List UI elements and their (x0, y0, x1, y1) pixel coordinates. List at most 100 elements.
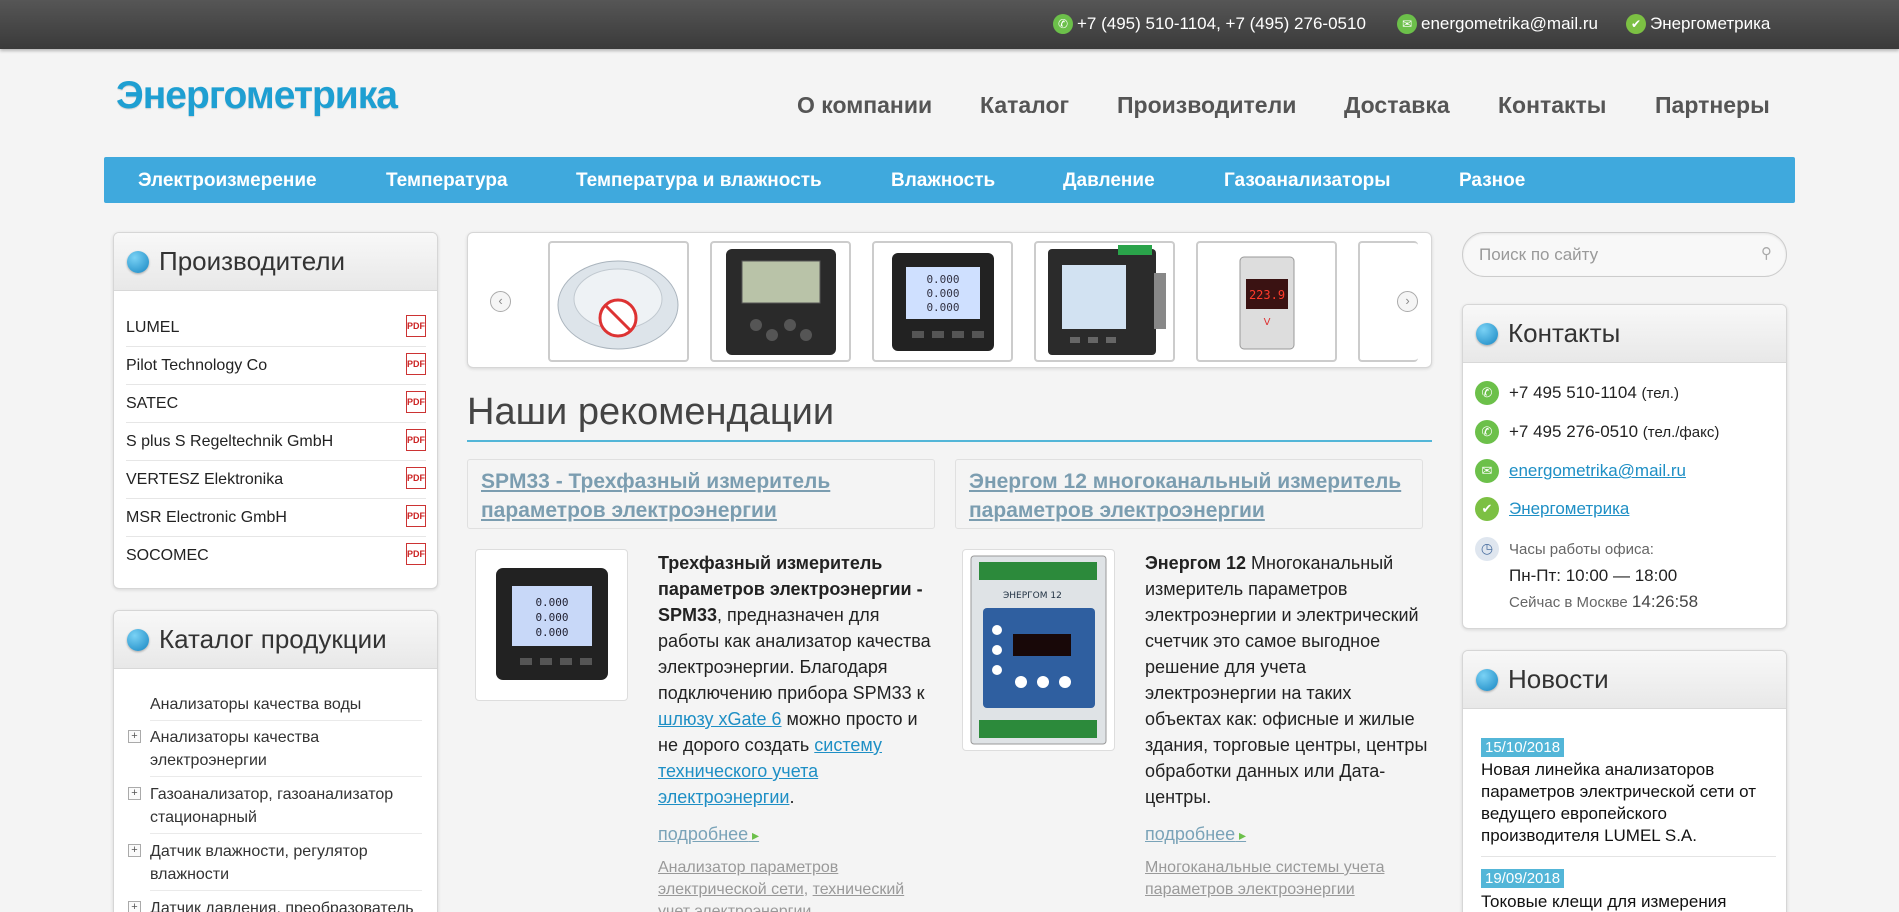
pdf-icon[interactable]: PDF (406, 467, 426, 489)
pdf-icon[interactable]: PDF (406, 543, 426, 565)
expand-icon[interactable]: + (128, 730, 141, 743)
nav-partners[interactable]: Партнеры (1655, 92, 1770, 119)
manufacturer-label: Pilot Technology Co (126, 357, 268, 374)
search-input[interactable]: Поиск по сайту ⚲ (1462, 232, 1787, 277)
lcd-value: 0.000 (535, 611, 568, 624)
slider-thumb-controller[interactable] (710, 241, 851, 362)
slider-thumb-din-voltmeter[interactable]: 223.9 V (1196, 241, 1337, 362)
pdf-icon[interactable]: PDF (406, 505, 426, 527)
top-email[interactable]: ✉ energometrika@mail.ru (1397, 14, 1598, 34)
lcd-value: 0.000 (926, 273, 959, 286)
manufacturer-label: S plus S Regeltechnik GmbH (126, 433, 334, 450)
top-bar: ✆ +7 (495) 510-1104, +7 (495) 276-0510 ✉… (0, 0, 1899, 49)
manufacturer-label: LUMEL (126, 319, 180, 336)
manufacturer-item[interactable]: LUMEL PDF (126, 309, 426, 347)
product-image[interactable]: 0.000 0.000 0.000 (475, 549, 628, 701)
more-link[interactable]: подробнее (1145, 824, 1246, 845)
top-social[interactable]: ✔ Энергометрика (1626, 14, 1770, 34)
contacts-box: Контакты ✆ +7 495 510-1104 (тел.) ✆ +7 495… (1462, 304, 1787, 629)
manufacturer-item[interactable]: SOCOMEC PDF (126, 537, 426, 575)
pdf-icon[interactable]: PDF (406, 391, 426, 413)
slider-thumb-smoke-detector[interactable] (548, 241, 689, 362)
phone-icon: ✆ (1053, 14, 1073, 34)
contact-social[interactable]: ✔ Энергометрика (1475, 497, 1629, 521)
search-icon[interactable]: ⚲ (1761, 244, 1772, 262)
catalog-item[interactable]: + Датчик давления, преобразователь (128, 897, 422, 912)
top-phones[interactable]: ✆ +7 (495) 510-1104, +7 (495) 276-0510 (1053, 14, 1366, 34)
catalog-item-label: Анализаторы качества воды (150, 696, 362, 713)
contact-phone-2[interactable]: ✆ +7 495 276-0510 (тел./факс) (1475, 420, 1719, 444)
product-description: Трехфазный измеритель параметров электро… (658, 550, 938, 810)
lcd-value: 0.000 (535, 626, 568, 639)
cat-misc[interactable]: Разное (1459, 170, 1525, 192)
nav-delivery[interactable]: Доставка (1344, 92, 1450, 119)
nav-contacts[interactable]: Контакты (1498, 92, 1606, 119)
social-link[interactable]: Энергометрика (1509, 499, 1629, 519)
catalog-item[interactable]: + Анализаторы качества электроэнергии (128, 726, 422, 777)
nav-catalog[interactable]: Каталог (980, 92, 1069, 119)
manufacturer-label: MSR Electronic GmbH (126, 509, 287, 526)
product-card-title: SPM33 - Трехфазный измеритель параметров… (467, 459, 935, 529)
email-link[interactable]: energometrika@mail.ru (1509, 461, 1686, 481)
recommendations-title: Наши рекомендации (467, 391, 835, 433)
contact-email[interactable]: ✉ energometrika@mail.ru (1475, 459, 1686, 483)
manufacturer-item[interactable]: VERTESZ Elektronika PDF (126, 461, 426, 499)
manufacturer-item[interactable]: SATEC PDF (126, 385, 426, 423)
product-description: Энергом 12 Многоканальный измеритель пар… (1145, 550, 1430, 810)
desc-text: Многоканальный измеритель параметров эле… (1145, 553, 1428, 807)
chevron-left-icon[interactable]: ‹ (490, 291, 511, 312)
cat-humidity[interactable]: Влажность (891, 170, 995, 192)
product-image[interactable]: ЭНЕРГОМ 12 (962, 549, 1115, 751)
manufacturer-item[interactable]: S plus S Regeltechnik GmbH PDF (126, 423, 426, 461)
expand-icon[interactable]: + (128, 787, 141, 800)
pdf-icon[interactable]: PDF (406, 315, 426, 337)
bullet-icon (127, 628, 149, 651)
meter-reading: 223.9 (1249, 288, 1285, 302)
pdf-icon[interactable]: PDF (406, 353, 426, 375)
product-title-link[interactable]: Энергом 12 многоканальный измеритель пар… (969, 470, 1401, 522)
cat-temp-humidity[interactable]: Температура и влажность (576, 170, 822, 192)
contacts-title: Контакты (1508, 318, 1621, 348)
controller-image (726, 249, 836, 355)
news-box: Новости 15/10/2018 Новая линейка анализа… (1462, 650, 1787, 912)
pdf-icon[interactable]: PDF (406, 429, 426, 451)
top-social-text: Энергометрика (1650, 14, 1771, 33)
search-placeholder: Поиск по сайту (1479, 245, 1599, 264)
slider-thumb-meter-2[interactable] (1034, 241, 1175, 362)
news-item-text[interactable]: Новая линейка анализаторов параметров эл… (1481, 759, 1781, 847)
product-card-title: Энергом 12 многоканальный измеритель пар… (955, 459, 1423, 529)
more-link[interactable]: подробнее (658, 824, 759, 845)
cat-temperature[interactable]: Температура (386, 170, 508, 192)
expand-icon[interactable]: + (128, 901, 141, 912)
site-logo[interactable]: Энергометрика (116, 74, 398, 118)
social-check-icon: ✔ (1626, 14, 1646, 34)
smoke-detector-image (557, 260, 679, 350)
news-item-text[interactable]: Токовые клещи для измерения (1481, 891, 1781, 912)
nav-about[interactable]: О компании (797, 92, 932, 119)
moscow-time: 14:26:58 (1631, 592, 1699, 611)
manufacturers-header: Производители (114, 233, 437, 291)
manufacturer-item[interactable]: MSR Electronic GmbH PDF (126, 499, 426, 537)
hours-text: Пн-Пт: 10:00 — 18:00 (1509, 566, 1678, 585)
chevron-right-icon[interactable]: › (1397, 291, 1418, 312)
meter-unit: V (1264, 317, 1271, 328)
catalog-item[interactable]: Анализаторы качества воды (150, 693, 422, 721)
cat-pressure[interactable]: Давление (1063, 170, 1155, 192)
contact-phone-1[interactable]: ✆ +7 495 510-1104 (тел.) (1475, 381, 1679, 405)
manufacturer-label: SATEC (126, 395, 179, 412)
tag-link[interactable]: Многоканальные системы учета параметров … (1145, 859, 1384, 898)
tag-link[interactable]: Анализатор параметров электрической сети (658, 859, 838, 898)
nav-manufacturers[interactable]: Производители (1117, 92, 1296, 119)
xgate-link[interactable]: шлюзу xGate 6 (658, 709, 782, 729)
slider-thumb-meter[interactable]: 0.000 0.000 0.000 (872, 241, 1013, 362)
cat-electro[interactable]: Электроизмерение (138, 170, 317, 192)
news-title: Новости (1508, 664, 1609, 694)
cat-gas[interactable]: Газоанализаторы (1224, 170, 1391, 192)
manufacturer-item[interactable]: Pilot Technology Co PDF (126, 347, 426, 385)
product-title-link[interactable]: SPM33 - Трехфазный измеритель параметров… (481, 470, 830, 522)
catalog-item[interactable]: + Газоанализатор, газоанализатор стациона… (128, 783, 422, 834)
catalog-item[interactable]: + Датчик влажности, регулятор влажности (128, 840, 422, 891)
bullet-icon (1476, 668, 1498, 691)
catalog-box: Каталог продукции Анализаторы качества в… (113, 610, 438, 912)
expand-icon[interactable]: + (128, 844, 141, 857)
